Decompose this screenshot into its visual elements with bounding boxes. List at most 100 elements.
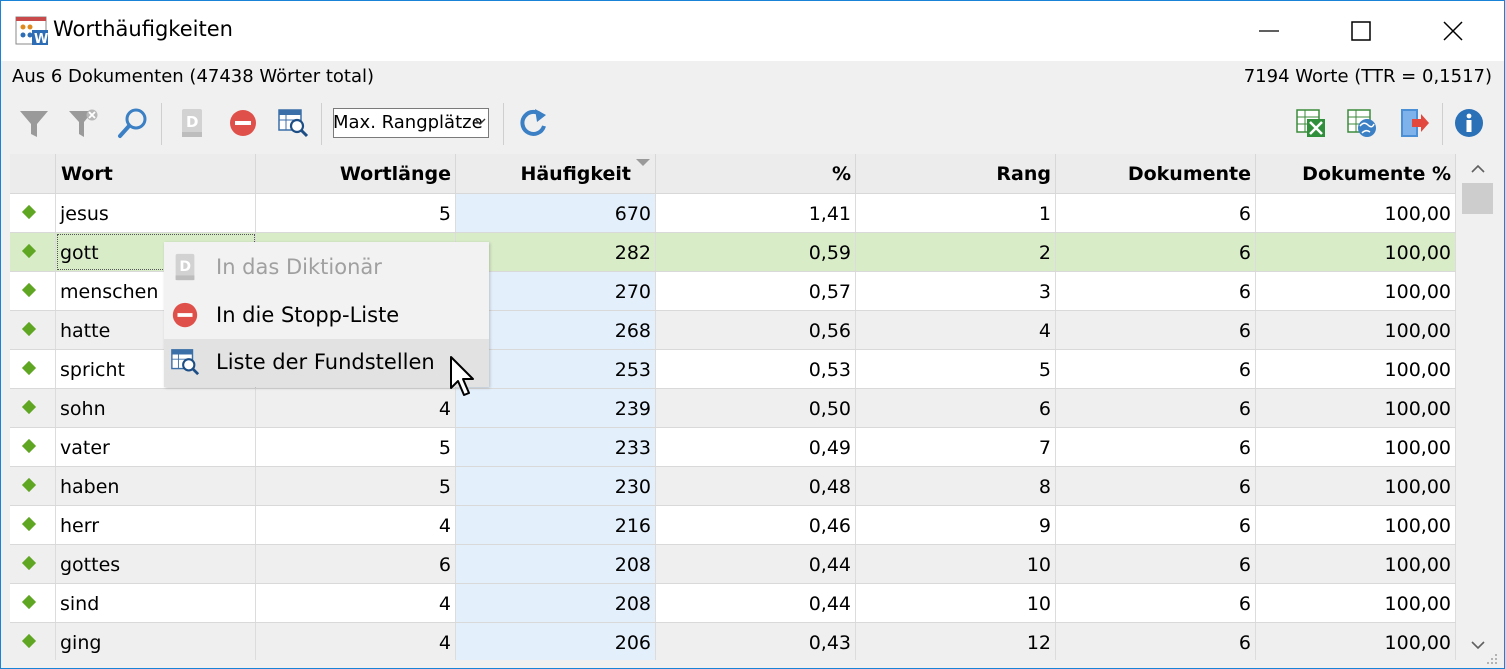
minimize-icon [1259, 30, 1279, 32]
document-summary: Aus 6 Dokumenten (47438 Wörter total) [12, 66, 375, 87]
cell-documents: 6 [1056, 467, 1256, 505]
cell-documents: 6 [1056, 506, 1256, 544]
cell-word: sohn [56, 389, 256, 427]
cell-word-length: 4 [256, 623, 456, 660]
cell-percent: 0,53 [656, 350, 856, 388]
menu-item-add-to-dictionary[interactable]: D In das Diktionär [164, 244, 489, 292]
row-marker-icon [21, 399, 37, 415]
cell-marker [10, 194, 56, 232]
cell-percent: 0,59 [656, 233, 856, 271]
maximize-icon [1351, 21, 1371, 41]
table-row[interactable]: vater 5 233 0,49 7 6 100,00 [10, 428, 1456, 467]
table-row[interactable]: sohn 4 239 0,50 6 6 100,00 [10, 389, 1456, 428]
column-header-marker [10, 154, 56, 193]
cell-marker [10, 584, 56, 622]
scroll-up-arrow-icon[interactable] [1471, 164, 1485, 173]
keyword-in-context-button[interactable] [275, 105, 311, 141]
menu-item-keyword-in-context[interactable]: Liste der Fundstellen [164, 339, 489, 387]
table-row[interactable]: jesus 5 670 1,41 1 6 100,00 [10, 194, 1456, 233]
info-bar: Aus 6 Dokumenten (47438 Wörter total) 71… [1, 61, 1504, 95]
export-html-button[interactable] [1344, 105, 1380, 141]
cell-marker [10, 506, 56, 544]
table-header: Wort Wortlänge Häufigkeit % Rang Dokumen… [10, 154, 1456, 194]
cell-rank: 6 [856, 389, 1056, 427]
export-icon [1401, 109, 1429, 137]
scrollbar-thumb[interactable] [1462, 183, 1493, 214]
filter-button[interactable] [16, 105, 52, 141]
maximize-button[interactable] [1315, 1, 1407, 61]
dictionary-icon: D [182, 109, 202, 137]
table-row[interactable]: haben 5 230 0,48 8 6 100,00 [10, 467, 1456, 506]
export-button[interactable] [1396, 105, 1432, 141]
cell-documents: 6 [1056, 428, 1256, 466]
table-row[interactable]: gottes 6 208 0,44 10 6 100,00 [10, 545, 1456, 584]
export-html-icon [1347, 109, 1376, 137]
cell-documents: 6 [1056, 389, 1256, 427]
cell-documents-percent: 100,00 [1256, 233, 1456, 271]
cell-frequency: 239 [456, 389, 656, 427]
cell-percent: 0,57 [656, 272, 856, 310]
max-ranks-combobox[interactable]: Max. Rangplätze [333, 108, 489, 138]
cell-documents: 6 [1056, 233, 1256, 271]
word-frequencies-window: W Worthäufigkeiten Aus 6 Dokumenten (474… [0, 0, 1505, 669]
cell-documents-percent: 100,00 [1256, 584, 1456, 622]
search-button[interactable] [115, 105, 151, 141]
stop-list-icon [172, 302, 198, 328]
cell-marker [10, 233, 56, 271]
close-button[interactable] [1407, 1, 1499, 61]
add-to-stop-list-button[interactable] [225, 105, 261, 141]
column-header-percent[interactable]: % [656, 154, 856, 193]
table-row[interactable]: ging 4 206 0,43 12 6 100,00 [10, 623, 1456, 660]
cell-word: vater [56, 428, 256, 466]
column-header-documents[interactable]: Dokumente [1056, 154, 1256, 193]
filter-clear-icon [69, 109, 98, 137]
cell-rank: 10 [856, 545, 1056, 583]
vertical-scrollbar[interactable] [1460, 154, 1495, 660]
scroll-down-arrow-icon[interactable] [1471, 641, 1485, 650]
cell-rank: 12 [856, 623, 1056, 660]
cell-word-length: 5 [256, 428, 456, 466]
row-marker-icon [21, 360, 37, 376]
refresh-button[interactable] [515, 105, 551, 141]
svg-text:D: D [179, 259, 191, 275]
cell-percent: 1,41 [656, 194, 856, 232]
cell-documents: 6 [1056, 545, 1256, 583]
title-bar[interactable]: W Worthäufigkeiten [1, 1, 1504, 61]
word-frequency-table[interactable]: Wort Wortlänge Häufigkeit % Rang Dokumen… [10, 154, 1456, 660]
info-button[interactable] [1451, 105, 1487, 141]
table-row[interactable]: herr 4 216 0,46 9 6 100,00 [10, 506, 1456, 545]
column-header-documents-percent[interactable]: Dokumente % [1256, 154, 1456, 193]
cell-word-length: 4 [256, 506, 456, 544]
cell-rank: 7 [856, 428, 1056, 466]
cell-documents-percent: 100,00 [1256, 389, 1456, 427]
export-excel-icon [1296, 109, 1325, 137]
column-header-frequency[interactable]: Häufigkeit [456, 154, 656, 193]
add-to-dictionary-button[interactable]: D [174, 105, 210, 141]
menu-item-label: In die Stopp-Liste [216, 303, 400, 327]
cell-frequency: 208 [456, 584, 656, 622]
sort-descending-icon [636, 159, 650, 166]
export-excel-button[interactable] [1293, 105, 1329, 141]
menu-item-add-to-stop-list[interactable]: In die Stopp-Liste [164, 292, 489, 340]
app-icon: W [15, 16, 49, 47]
toolbar-separator [161, 103, 162, 145]
cell-percent: 0,48 [656, 467, 856, 505]
table-row[interactable]: sind 4 208 0,44 10 6 100,00 [10, 584, 1456, 623]
cell-word: ging [56, 623, 256, 660]
cell-word-length: 5 [256, 194, 456, 232]
resize-grip-icon[interactable] [1486, 653, 1498, 665]
filter-icon [20, 111, 48, 137]
toolbar: D Max. Rangplätze [1, 95, 1504, 153]
filter-clear-button[interactable] [65, 105, 101, 141]
cell-rank: 9 [856, 506, 1056, 544]
menu-item-label: Liste der Fundstellen [216, 350, 435, 374]
column-header-word-length[interactable]: Wortlänge [256, 154, 456, 193]
minimize-button[interactable] [1223, 1, 1315, 61]
svg-text:D: D [186, 113, 198, 131]
cell-marker [10, 389, 56, 427]
cell-documents-percent: 100,00 [1256, 311, 1456, 349]
column-header-word[interactable]: Wort [56, 154, 256, 193]
close-icon [1443, 21, 1463, 41]
cell-marker [10, 350, 56, 388]
column-header-rank[interactable]: Rang [856, 154, 1056, 193]
